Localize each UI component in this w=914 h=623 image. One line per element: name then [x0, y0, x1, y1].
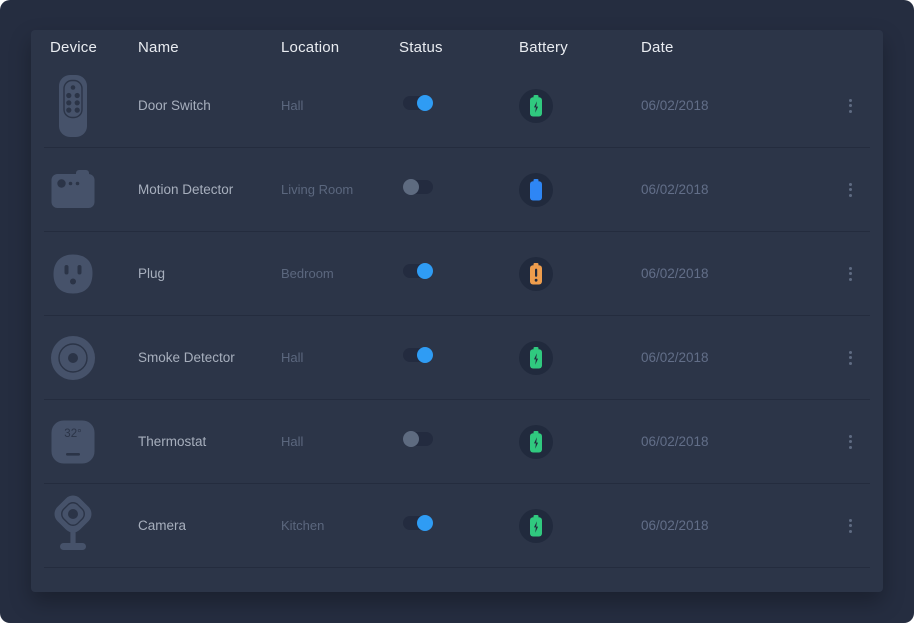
remote-icon [50, 73, 96, 139]
camera-icon [50, 493, 96, 559]
device-date: 06/02/2018 [635, 266, 830, 281]
device-name: Thermostat [132, 434, 275, 449]
device-location: Hall [275, 98, 393, 113]
battery-icon [519, 509, 553, 543]
battery-icon [519, 173, 553, 207]
device-name: Motion Detector [132, 182, 275, 197]
kebab-menu-icon[interactable] [843, 515, 858, 537]
column-header-device: Device [44, 39, 132, 56]
column-header-location: Location [275, 39, 393, 56]
kebab-menu-icon[interactable] [843, 431, 858, 453]
kebab-menu-icon[interactable] [843, 347, 858, 369]
device-location: Bedroom [275, 266, 393, 281]
toggle-knob [417, 95, 433, 111]
status-toggle[interactable] [403, 96, 433, 110]
toggle-knob [417, 263, 433, 279]
device-date: 06/02/2018 [635, 98, 830, 113]
toggle-knob [417, 515, 433, 531]
status-toggle[interactable] [403, 432, 433, 446]
kebab-menu-icon[interactable] [843, 95, 858, 117]
app-window: Device Name Location Status Battery Date… [0, 0, 914, 623]
device-location: Living Room [275, 182, 393, 197]
table-row: 32° Thermostat Hall 06/02/2018 [44, 400, 870, 484]
status-toggle[interactable] [403, 180, 433, 194]
device-name: Door Switch [132, 98, 275, 113]
battery-icon [519, 425, 553, 459]
column-header-battery: Battery [513, 39, 635, 56]
status-toggle[interactable] [403, 348, 433, 362]
battery-icon [519, 89, 553, 123]
table-row: Camera Kitchen 06/02/2018 [44, 484, 870, 568]
thermostat-icon: 32° [50, 419, 96, 465]
battery-icon [519, 341, 553, 375]
kebab-menu-icon[interactable] [843, 179, 858, 201]
toggle-knob [403, 431, 419, 447]
device-date: 06/02/2018 [635, 182, 830, 197]
svg-text:32°: 32° [64, 428, 81, 440]
plug-icon [50, 251, 96, 297]
table-row: Plug Bedroom 06/02/2018 [44, 232, 870, 316]
table-row: Motion Detector Living Room 06/02/2018 [44, 148, 870, 232]
toggle-knob [417, 347, 433, 363]
device-date: 06/02/2018 [635, 350, 830, 365]
status-toggle[interactable] [403, 516, 433, 530]
device-location: Hall [275, 350, 393, 365]
device-name: Smoke Detector [132, 350, 275, 365]
column-header-status: Status [393, 39, 513, 56]
table-row: Smoke Detector Hall 06/02/2018 [44, 316, 870, 400]
smoke-detector-icon [50, 335, 96, 381]
device-location: Hall [275, 434, 393, 449]
device-date: 06/02/2018 [635, 518, 830, 533]
status-toggle[interactable] [403, 264, 433, 278]
column-header-date: Date [635, 39, 830, 56]
kebab-menu-icon[interactable] [843, 263, 858, 285]
toggle-knob [403, 179, 419, 195]
device-location: Kitchen [275, 518, 393, 533]
device-name: Camera [132, 518, 275, 533]
table-row: Door Switch Hall 06/02/2018 [44, 64, 870, 148]
device-table-card: Device Name Location Status Battery Date… [31, 30, 883, 592]
table-header-row: Device Name Location Status Battery Date [44, 30, 870, 64]
device-name: Plug [132, 266, 275, 281]
device-date: 06/02/2018 [635, 434, 830, 449]
battery-icon [519, 257, 553, 291]
column-header-name: Name [132, 39, 275, 56]
table-body: Door Switch Hall 06/02/2018 Motion Detec… [44, 64, 870, 568]
motion-detector-icon [50, 167, 96, 213]
